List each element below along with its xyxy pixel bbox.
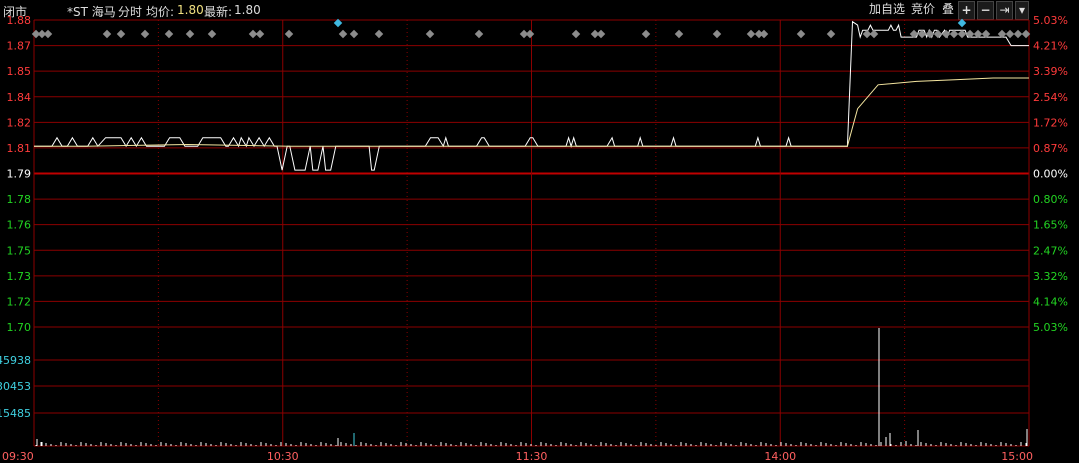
price-tick-label: 1.78 xyxy=(7,193,32,206)
price-tick-label: 1.87 xyxy=(7,40,32,53)
trade-marker-icon xyxy=(826,29,836,39)
price-tick-label: 1.82 xyxy=(7,116,32,129)
price-tick-label: 1.72 xyxy=(7,295,32,308)
trade-marker-icon xyxy=(869,29,879,39)
time-tick-label: 11:30 xyxy=(516,450,548,463)
price-tick-label: 1.75 xyxy=(7,244,32,257)
pct-tick-label: 3.32% xyxy=(1033,270,1068,283)
pct-tick-label: 1.72% xyxy=(1033,116,1068,129)
trade-marker-icon xyxy=(185,29,195,39)
trade-marker-icon xyxy=(102,29,112,39)
trade-marker-icon xyxy=(116,29,126,39)
trade-marker-icon xyxy=(712,29,722,39)
price-tick-label: 1.73 xyxy=(7,270,32,283)
pct-tick-label: 4.14% xyxy=(1033,295,1068,308)
trade-marker-icon xyxy=(933,29,943,39)
trade-marker-icon xyxy=(164,29,174,39)
time-tick-label: 15:00 xyxy=(1001,450,1033,463)
time-tick-label: 09:30 xyxy=(2,450,34,463)
trade-marker-icon xyxy=(759,29,769,39)
time-tick-label: 10:30 xyxy=(267,450,299,463)
trade-marker-icon xyxy=(284,29,294,39)
trade-marker-icon xyxy=(571,29,581,39)
price-tick-label: 1.85 xyxy=(7,65,32,78)
trade-marker-icon xyxy=(207,29,217,39)
trade-marker-icon xyxy=(425,29,435,39)
volume-tick-label: 30453 xyxy=(0,380,31,393)
trade-marker-icon xyxy=(349,29,359,39)
price-tick-label: 1.70 xyxy=(7,321,32,334)
trade-marker-icon xyxy=(674,29,684,39)
pct-tick-label: 1.65% xyxy=(1033,219,1068,232)
pct-tick-label: 2.47% xyxy=(1033,244,1068,257)
price-tick-label: 1.88 xyxy=(7,14,32,27)
trade-marker-icon xyxy=(746,29,756,39)
intraday-chart: 1.88 5.03% 1.87 4.21% 1.85 3.39% 1.84 2.54% 1.82… xyxy=(0,14,1068,463)
trade-marker-icon xyxy=(641,29,651,39)
trade-marker-icon xyxy=(338,29,348,39)
trade-marker-icon xyxy=(140,29,150,39)
trade-marker-icon xyxy=(374,29,384,39)
trade-marker-icon xyxy=(474,29,484,39)
volume-tick-label: 15485 xyxy=(0,407,31,420)
trade-marker-icon xyxy=(255,29,265,39)
price-tick-label: 1.76 xyxy=(7,219,32,232)
trade-marker-icon xyxy=(796,29,806,39)
pct-tick-label: 2.54% xyxy=(1033,91,1068,104)
trade-marker-icon xyxy=(1013,29,1023,39)
trade-marker-icon xyxy=(43,29,53,39)
trade-marker-icon xyxy=(949,29,959,39)
pct-tick-label: 0.87% xyxy=(1033,142,1068,155)
volume-tick-label: 45938 xyxy=(0,354,31,367)
pct-tick-label: 5.03% xyxy=(1033,321,1068,334)
pct-tick-label: 0.00% xyxy=(1033,168,1068,181)
pct-tick-label: 5.03% xyxy=(1033,14,1068,27)
pct-tick-label: 0.80% xyxy=(1033,193,1068,206)
price-tick-label: 1.79 xyxy=(7,168,32,181)
price-tick-label: 1.81 xyxy=(7,142,32,155)
trade-marker-icon xyxy=(1005,29,1015,39)
pct-tick-label: 4.21% xyxy=(1033,40,1068,53)
trade-marker-icon xyxy=(525,29,535,39)
time-tick-label: 14:00 xyxy=(764,450,796,463)
price-tick-label: 1.84 xyxy=(7,91,32,104)
pct-tick-label: 3.39% xyxy=(1033,65,1068,78)
trade-marker-icon xyxy=(596,29,606,39)
